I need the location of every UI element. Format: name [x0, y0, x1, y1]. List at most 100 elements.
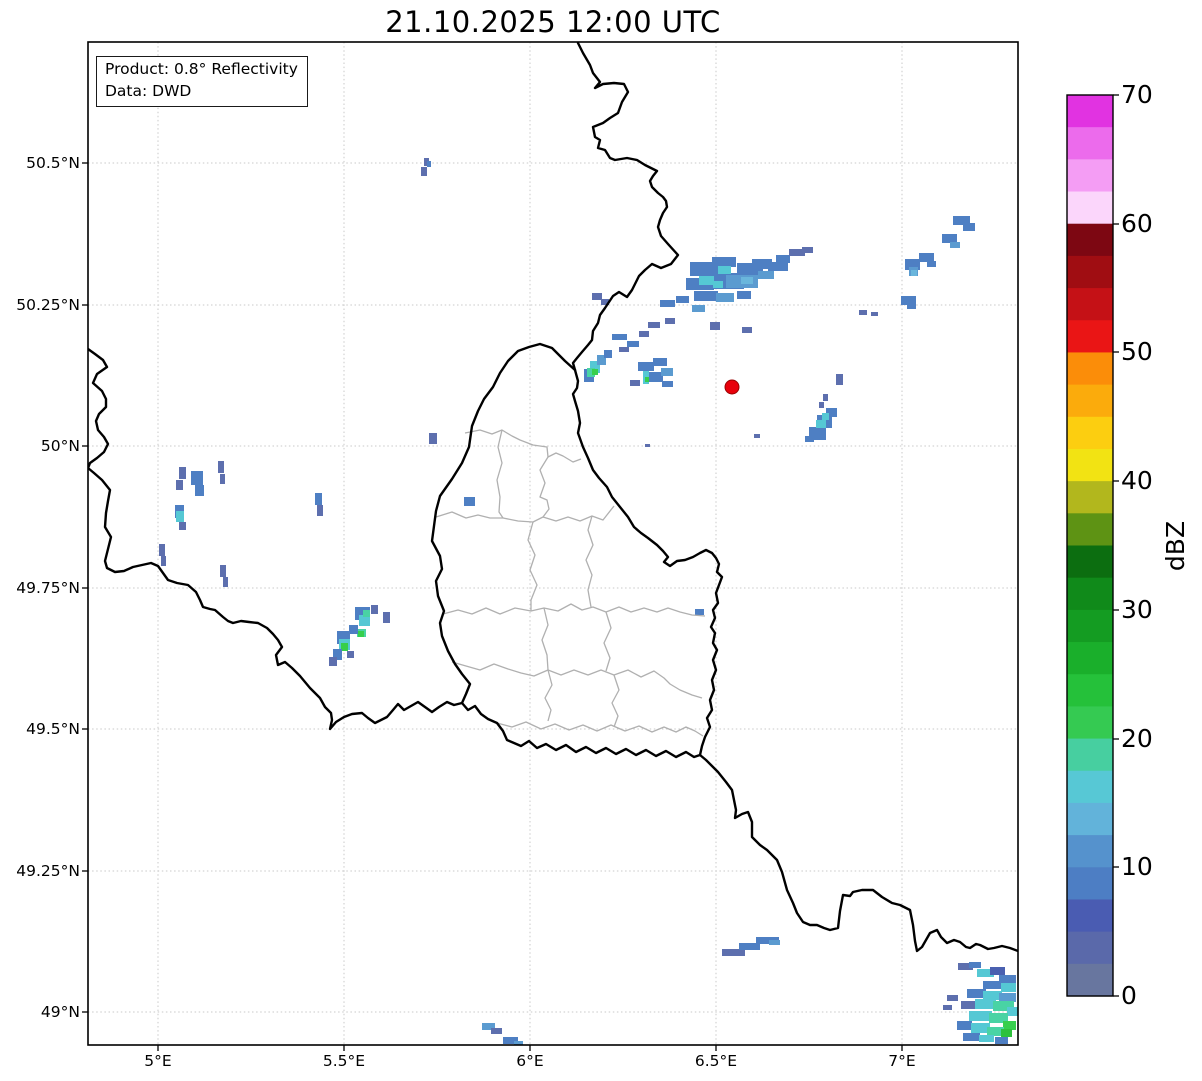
radar-echo-cell: [758, 271, 774, 279]
radar-echo-cell: [754, 434, 760, 438]
colorbar-band: [1067, 674, 1113, 707]
radar-echo-cell: [816, 420, 826, 428]
x-tick-label: 5°E: [144, 1052, 172, 1070]
colorbar-band: [1067, 899, 1113, 933]
colorbar-band: [1067, 963, 1113, 997]
annotation-data-line: Data: DWD: [105, 81, 192, 100]
colorbar-band: [1067, 931, 1113, 965]
colorbar-band: [1067, 481, 1113, 514]
colorbar-band: [1067, 159, 1113, 193]
radar-echo-cell: [907, 303, 916, 309]
radar-echo-cell: [692, 305, 705, 312]
radar-echo-cell: [421, 167, 427, 176]
colorbar-band: [1067, 577, 1113, 611]
colorbar-band: [1067, 288, 1113, 321]
radar-echo-cell: [919, 253, 934, 262]
radar-echo-cell: [645, 377, 649, 382]
radar-echo-cell: [694, 291, 718, 301]
x-tick-label: 6°E: [516, 1052, 544, 1070]
radar-echo-cell: [429, 433, 437, 444]
radar-echo-cell: [718, 266, 731, 274]
colorbar-tick-label: 70: [1121, 80, 1153, 109]
colorbar-band: [1067, 95, 1113, 128]
radar-echo-cell: [741, 277, 753, 284]
colorbar-band: [1067, 352, 1113, 386]
radar-echo-cell: [957, 1021, 972, 1030]
colorbar-tick-label: 10: [1121, 852, 1153, 881]
radar-echo-cell: [969, 962, 981, 968]
radar-echo-cell: [371, 605, 378, 614]
radar-echo-cell: [218, 461, 224, 473]
colorbar-band: [1067, 642, 1113, 675]
colorbar-band: [1067, 867, 1113, 901]
y-tick-label: 49.5°N: [26, 720, 80, 738]
radar-echo-cell: [768, 262, 788, 271]
colorbar-band: [1067, 255, 1113, 289]
colorbar-band: [1067, 416, 1113, 450]
radar-echo-cell: [630, 380, 640, 386]
radar-echo-cell: [223, 577, 228, 587]
product-annotation-box: Product: 0.8° Reflectivity Data: DWD: [96, 56, 308, 108]
radar-echo-cell: [927, 261, 936, 267]
colorbar-band: [1067, 448, 1113, 482]
radar-echo-cell: [612, 334, 627, 340]
colorbar-tick-label: 0: [1121, 981, 1137, 1010]
y-tick-label: 50.25°N: [16, 296, 80, 314]
radar-echo-cell: [1001, 983, 1016, 992]
radar-echo-cell: [722, 949, 745, 956]
radar-echo-cell: [716, 293, 734, 302]
radar-echo-cell: [592, 293, 602, 300]
colorbar-band: [1067, 127, 1113, 160]
radar-echo-cell: [995, 1037, 1008, 1044]
radar-echo-cell: [315, 493, 322, 505]
radar-echo-cell: [176, 511, 184, 522]
radar-echo-cell: [176, 480, 183, 490]
radar-echo-cell: [1007, 1007, 1018, 1016]
radar-echo-cell: [819, 402, 824, 408]
radar-echo-cell: [963, 223, 975, 231]
radar-echo-cell: [776, 255, 790, 263]
radar-echo-cell: [464, 497, 475, 506]
radar-echo-cell: [653, 358, 667, 366]
colorbar-band: [1067, 223, 1113, 257]
radar-echo-cell: [491, 1028, 502, 1034]
y-tick-label: 49°N: [40, 1003, 80, 1021]
radar-echo-cell: [358, 631, 364, 637]
radar-echo-cell: [695, 609, 704, 615]
radar-echo-cell: [161, 556, 166, 566]
radar-echo-cell: [802, 247, 813, 253]
radar-echo-cell: [975, 999, 996, 1009]
radar-echo-cell: [191, 471, 203, 485]
radar-echo-cell: [329, 657, 337, 666]
radar-echo-cell: [963, 1033, 980, 1041]
radar-echo-cell: [638, 362, 654, 371]
colorbar-band: [1067, 191, 1113, 225]
x-tick-label: 7°E: [888, 1052, 916, 1070]
colorbar-band: [1067, 513, 1113, 547]
radar-echo-cell: [179, 467, 186, 479]
colorbar-band: [1067, 609, 1113, 643]
radar-echo-cell: [990, 967, 1005, 975]
radar-echo-cell: [713, 281, 723, 288]
radar-echo-cell: [769, 940, 780, 945]
radar-echo-cell: [662, 381, 673, 387]
x-tick-label: 5.5°E: [322, 1052, 366, 1070]
radar-echo-cell: [665, 318, 675, 324]
radar-site-marker: [724, 379, 740, 395]
radar-echo-cell: [639, 331, 649, 337]
colorbar-band: [1067, 384, 1113, 418]
radar-echo-cell: [822, 413, 829, 420]
radar-echo-cell: [911, 270, 917, 276]
radar-echo-cell: [823, 394, 828, 401]
y-tick-label: 49.25°N: [16, 862, 80, 880]
radar-echo-cell: [947, 995, 958, 1001]
colorbar-band: [1067, 738, 1113, 772]
map-canvas: [82, 41, 1119, 1051]
x-tick-label: 6.5°E: [694, 1052, 738, 1070]
colorbar-band: [1067, 545, 1113, 579]
radar-echo-cell: [220, 474, 225, 484]
radar-echo-cell: [159, 544, 165, 556]
radar-echo-cell: [983, 981, 1004, 989]
colorbar-tick-label: 20: [1121, 724, 1153, 753]
radar-echo-cell: [648, 322, 660, 328]
